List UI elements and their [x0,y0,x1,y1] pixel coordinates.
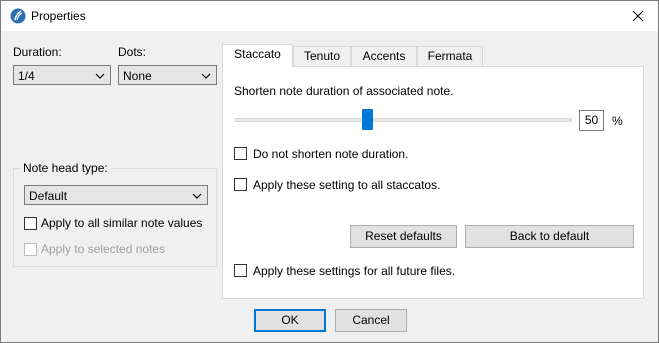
do-not-shorten-label: Do not shorten note duration. [253,147,409,161]
duration-label: Duration: [13,45,62,59]
future-files-checkbox[interactable] [234,264,247,277]
chevron-down-icon [201,73,211,79]
duration-slider-track[interactable] [235,118,572,122]
note-head-group: Note head type: Default Apply to all sim… [13,161,217,267]
future-files-label: Apply these settings for all future file… [253,264,456,278]
properties-dialog: Properties Duration: 1/4 Dots: None Note… [0,0,659,343]
note-head-group-title: Note head type: [21,161,110,175]
dots-value: None [123,69,152,83]
back-to-default-button[interactable]: Back to default [465,225,634,248]
chevron-down-icon [95,73,105,79]
dots-label: Dots: [118,45,147,59]
percent-unit: % [612,114,623,128]
tab-staccato[interactable]: Staccato [222,44,293,68]
apply-all-staccatos-label: Apply these setting to all staccatos. [253,178,441,192]
music-app-icon [10,8,26,24]
tab-accents[interactable]: Accents [351,46,417,67]
tab-fermata[interactable]: Fermata [417,46,483,67]
note-head-value: Default [29,189,68,203]
ok-button[interactable]: OK [254,309,326,332]
window-title: Properties [31,9,86,23]
reset-defaults-button[interactable]: Reset defaults [350,225,457,248]
apply-selected-checkbox[interactable] [24,243,37,256]
close-button[interactable] [618,1,658,31]
duration-slider-thumb[interactable] [362,109,374,130]
title-bar: Properties [1,1,658,31]
tab-tenuto[interactable]: Tenuto [293,46,351,67]
apply-similar-checkbox[interactable] [24,217,37,230]
shorten-description: Shorten note duration of associated note… [234,84,454,98]
apply-all-staccatos-checkbox[interactable] [234,178,247,191]
chevron-down-icon [192,193,202,199]
do-not-shorten-checkbox[interactable] [234,147,247,160]
dots-select[interactable]: None [118,65,217,85]
cancel-button[interactable]: Cancel [335,309,407,332]
duration-select[interactable]: 1/4 [13,65,111,85]
duration-value: 1/4 [18,69,35,83]
close-icon [632,10,644,22]
apply-selected-label: Apply to selected notes [41,242,166,256]
apply-similar-label: Apply to all similar note values [41,216,203,230]
staccato-panel: Shorten note duration of associated note… [222,66,644,299]
percent-input[interactable]: 50 [579,110,604,131]
note-head-select[interactable]: Default [24,185,208,205]
